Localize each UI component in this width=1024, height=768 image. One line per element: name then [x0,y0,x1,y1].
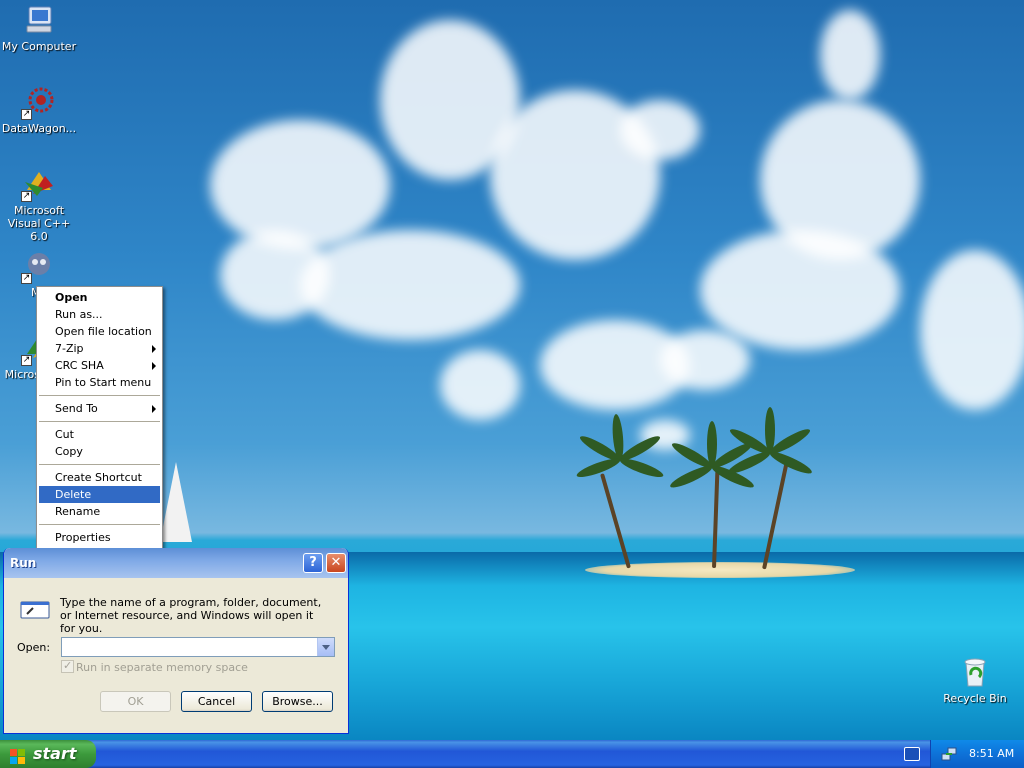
ok-button[interactable]: OK [100,691,171,712]
menu-item-open-file-location[interactable]: Open file location [37,323,162,340]
open-input[interactable] [64,639,316,655]
menu-item-cut[interactable]: Cut [37,426,162,443]
menu-item-label: Run as... [55,308,103,321]
network-icon[interactable] [941,746,957,762]
menu-item-7zip[interactable]: 7-Zip [37,340,162,357]
menu-separator [39,421,160,422]
taskbar: start 8:51 AM [0,740,1024,768]
menu-item-create-shortcut[interactable]: Create Shortcut [37,469,162,486]
open-label: Open: [17,641,51,654]
cloud [660,330,750,390]
recycle-bin-icon [959,656,991,688]
menu-item-label: Open file location [55,325,152,338]
submenu-arrow-icon [152,362,156,370]
submenu-arrow-icon [152,345,156,353]
browse-button[interactable]: Browse... [262,691,333,712]
menu-item-label: Cut [55,428,74,441]
desktop-icon-label: DataWagon... [1,122,77,135]
menu-item-copy[interactable]: Copy [37,443,162,460]
menu-item-label: Properties [55,531,111,544]
menu-item-label: 7-Zip [55,342,84,355]
cloud [700,230,900,350]
menu-item-label: Rename [55,505,101,518]
windows-logo-icon [10,746,26,764]
cloud [440,350,520,420]
sailboat [160,462,192,542]
menu-item-pin-to-start[interactable]: Pin to Start menu [37,374,162,391]
menu-separator [39,464,160,465]
dialog-titlebar[interactable]: Run ? ✕ [4,548,348,578]
desktop-icon-label: My Computer [1,40,77,53]
cloud [620,100,700,160]
cancel-button[interactable]: Cancel [181,691,252,712]
cloud [210,120,390,250]
visual-cpp-icon: ↗ [21,168,55,202]
dialog-title: Run [10,556,37,570]
cloud [820,10,880,100]
partially-covered-icon: ↗ [21,250,55,284]
start-button[interactable]: start [0,740,96,768]
shortcut-arrow-icon: ↗ [21,355,32,366]
keyboard-icon[interactable] [904,747,920,761]
menu-item-crc-sha[interactable]: CRC SHA [37,357,162,374]
menu-item-label: Open [55,291,88,304]
separate-memory-checkbox [61,659,74,673]
menu-item-open[interactable]: Open [37,289,162,306]
recycle-bin-label: Recycle Bin [943,692,1007,705]
open-combobox[interactable] [61,637,335,657]
menu-item-send-to[interactable]: Send To [37,400,162,417]
run-dialog: Run ? ✕ Type the name of a program, fold… [3,548,349,734]
start-label: start [33,744,77,763]
menu-item-rename[interactable]: Rename [37,503,162,520]
help-button[interactable]: ? [303,553,323,573]
shortcut-arrow-icon: ↗ [21,273,32,284]
desktop-icon-visual-cpp[interactable]: ↗ Microsoft Visual C++ 6.0 [0,168,78,243]
datawagon-icon: ↗ [21,86,55,120]
menu-item-label: Copy [55,445,83,458]
cloud [220,230,330,320]
separate-memory-label: Run in separate memory space [76,661,248,674]
run-icon [19,599,51,621]
menu-separator [39,395,160,396]
close-button[interactable]: ✕ [326,553,346,573]
menu-item-label: Create Shortcut [55,471,142,484]
menu-item-label: Delete [55,488,92,501]
chevron-down-icon[interactable] [317,638,334,656]
desktop-icon-label: Microsoft Visual C++ 6.0 [7,204,71,243]
run-description: Type the name of a program, folder, docu… [60,596,322,635]
desktop-icon-my-computer[interactable]: My Computer [0,4,78,53]
menu-separator [39,524,160,525]
menu-item-label: Send To [55,402,98,415]
system-tray: 8:51 AM [930,740,1024,768]
context-menu: Open Run as... Open file location 7-Zip … [36,286,163,549]
clock[interactable]: 8:51 AM [969,747,1014,760]
submenu-arrow-icon [152,405,156,413]
shortcut-arrow-icon: ↗ [21,191,32,202]
menu-item-properties[interactable]: Properties [37,529,162,546]
menu-item-label: CRC SHA [55,359,104,372]
menu-item-delete[interactable]: Delete [39,486,160,503]
desktop-icon-datawagon[interactable]: ↗ DataWagon... [0,86,78,135]
cloud [920,250,1024,410]
my-computer-icon [23,4,55,36]
menu-item-label: Pin to Start menu [55,376,152,389]
shortcut-arrow-icon: ↗ [21,109,32,120]
cloud [300,230,520,340]
desktop-icon-recycle-bin[interactable]: Recycle Bin [940,656,1010,705]
menu-item-run-as[interactable]: Run as... [37,306,162,323]
